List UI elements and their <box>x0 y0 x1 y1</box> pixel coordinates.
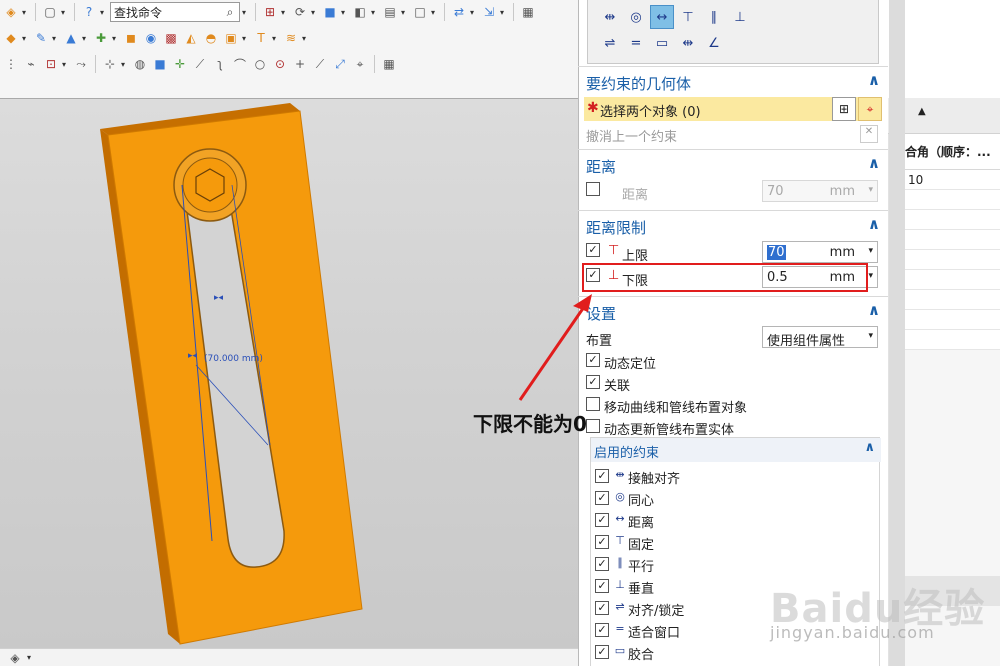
annotation-arrow <box>518 294 592 401</box>
watermark-url: jingyan.baidu.com <box>770 623 935 642</box>
watermark: Baidu经验 jingyan.baidu.com <box>770 576 990 656</box>
annotation-text: 下限不能为0 <box>473 412 587 436</box>
